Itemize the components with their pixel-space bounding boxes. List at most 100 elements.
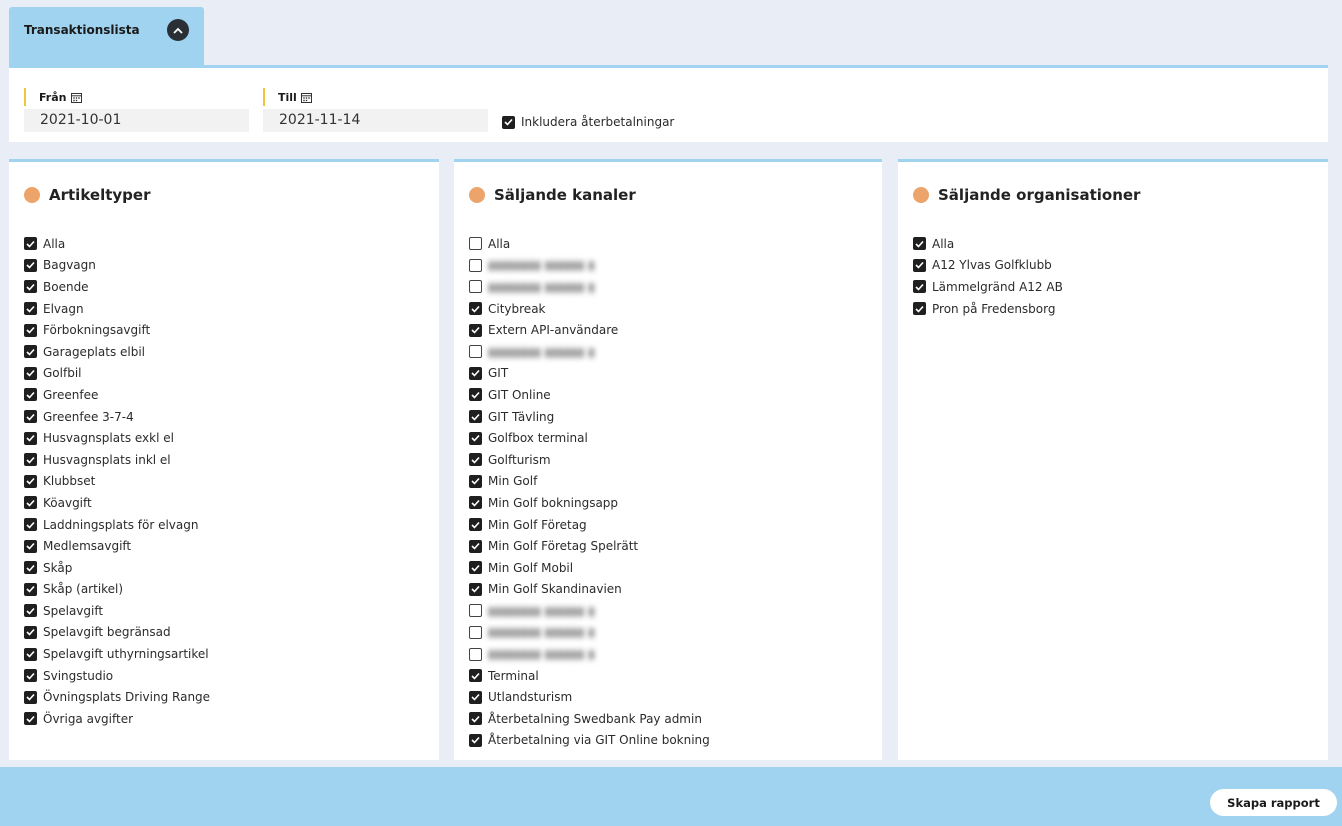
checkbox-list-item[interactable]: Lämmelgränd A12 AB <box>913 276 1063 298</box>
checkbox-unchecked-icon[interactable] <box>469 647 482 661</box>
checkbox-list-item[interactable]: Husvagnsplats inkl el <box>24 449 210 471</box>
checkbox-list-item[interactable]: Återbetalning via GIT Online bokning <box>469 730 710 752</box>
checkbox-checked-icon[interactable] <box>469 388 482 402</box>
checkbox-list-item[interactable]: Golfbox terminal <box>469 427 710 449</box>
checkbox-list-item[interactable]: GIT Online <box>469 384 710 406</box>
checkbox-checked-icon[interactable] <box>24 388 37 402</box>
checkbox-checked-icon[interactable] <box>24 561 37 575</box>
checkbox-checked-icon[interactable] <box>24 496 37 510</box>
checkbox-list-item[interactable]: A12 Ylvas Golfklubb <box>913 255 1063 277</box>
checkbox-checked-icon[interactable] <box>24 366 37 380</box>
checkbox-checked-icon[interactable] <box>24 474 37 488</box>
checkbox-list-item[interactable]: ▮▮▮▮▮▮▮▮ ▮▮▮▮▮▮ ▮ <box>469 643 710 665</box>
checkbox-list-item[interactable]: ▮▮▮▮▮▮▮▮ ▮▮▮▮▮▮ ▮ <box>469 276 710 298</box>
checkbox-unchecked-icon[interactable] <box>469 237 482 251</box>
checkbox-checked-icon[interactable] <box>913 280 926 294</box>
to-date-input[interactable]: 2021-11-14 <box>263 109 488 132</box>
checkbox-list-item[interactable]: Övningsplats Driving Range <box>24 686 210 708</box>
checkbox-checked-icon[interactable] <box>469 733 482 747</box>
checkbox-list-item[interactable]: Citybreak <box>469 298 710 320</box>
checkbox-list-item[interactable]: ▮▮▮▮▮▮▮▮ ▮▮▮▮▮▮ ▮ <box>469 255 710 277</box>
checkbox-checked-icon[interactable] <box>469 582 482 596</box>
checkbox-checked-icon[interactable] <box>24 302 37 316</box>
checkbox-checked-icon[interactable] <box>24 345 37 359</box>
checkbox-checked-icon[interactable] <box>913 237 926 251</box>
checkbox-checked-icon[interactable] <box>469 431 482 445</box>
checkbox-unchecked-icon[interactable] <box>469 280 482 294</box>
checkbox-list-item[interactable]: Alla <box>469 233 710 255</box>
checkbox-list-item[interactable]: Spelavgift uthyrningsartikel <box>24 643 210 665</box>
checkbox-checked-icon[interactable] <box>469 518 482 532</box>
checkbox-list-item[interactable]: Min Golf Företag <box>469 514 710 536</box>
checkbox-unchecked-icon[interactable] <box>469 625 482 639</box>
checkbox-checked-icon[interactable] <box>24 539 37 553</box>
checkbox-list-item[interactable]: Medlemsavgift <box>24 535 210 557</box>
checkbox-checked-icon[interactable] <box>24 453 37 467</box>
include-refunds-checkbox[interactable]: Inkludera återbetalningar <box>502 115 674 129</box>
checkbox-checked-icon[interactable] <box>913 258 926 272</box>
checkbox-unchecked-icon[interactable] <box>469 345 482 359</box>
chevron-up-icon[interactable] <box>167 19 189 41</box>
checkbox-checked-icon[interactable] <box>469 302 482 316</box>
checkbox-list-item[interactable]: Skåp (artikel) <box>24 579 210 601</box>
calendar-icon[interactable] <box>300 92 312 103</box>
checkbox-list-item[interactable]: Spelavgift begränsad <box>24 622 210 644</box>
checkbox-list-item[interactable]: ▮▮▮▮▮▮▮▮ ▮▮▮▮▮▮ ▮ <box>469 341 710 363</box>
checkbox-list-item[interactable]: Greenfee <box>24 384 210 406</box>
checkbox-checked-icon[interactable] <box>469 539 482 553</box>
checkbox-list-item[interactable]: Husvagnsplats exkl el <box>24 427 210 449</box>
checkbox-list-item[interactable]: Återbetalning Swedbank Pay admin <box>469 708 710 730</box>
checkbox-list-item[interactable]: Min Golf <box>469 471 710 493</box>
checkbox-list-item[interactable]: Golfturism <box>469 449 710 471</box>
checkbox-list-item[interactable]: Min Golf bokningsapp <box>469 492 710 514</box>
checkbox-unchecked-icon[interactable] <box>469 258 482 272</box>
checkbox-checked-icon[interactable] <box>469 474 482 488</box>
checkbox-checked-icon[interactable] <box>469 561 482 575</box>
checkbox-checked-icon[interactable] <box>24 690 37 704</box>
checkbox-checked-icon[interactable] <box>24 625 37 639</box>
checkbox-checked-icon[interactable] <box>24 431 37 445</box>
checkbox-checked-icon[interactable] <box>24 582 37 596</box>
checkbox-list-item[interactable]: Köavgift <box>24 492 210 514</box>
checkbox-list-item[interactable]: Spelavgift <box>24 600 210 622</box>
checkbox-checked-icon[interactable] <box>24 323 37 337</box>
checkbox-checked-icon[interactable] <box>502 115 515 129</box>
checkbox-list-item[interactable]: Pron på Fredensborg <box>913 298 1063 320</box>
checkbox-list-item[interactable]: Golfbil <box>24 363 210 385</box>
checkbox-list-item[interactable]: Min Golf Företag Spelrätt <box>469 535 710 557</box>
checkbox-list-item[interactable]: Elvagn <box>24 298 210 320</box>
checkbox-checked-icon[interactable] <box>24 518 37 532</box>
checkbox-list-item[interactable]: Boende <box>24 276 210 298</box>
checkbox-list-item[interactable]: Bagvagn <box>24 255 210 277</box>
checkbox-list-item[interactable]: Greenfee 3-7-4 <box>24 406 210 428</box>
checkbox-checked-icon[interactable] <box>24 647 37 661</box>
checkbox-checked-icon[interactable] <box>469 453 482 467</box>
checkbox-list-item[interactable]: GIT <box>469 363 710 385</box>
checkbox-checked-icon[interactable] <box>469 712 482 726</box>
calendar-icon[interactable] <box>70 92 82 103</box>
checkbox-checked-icon[interactable] <box>24 237 37 251</box>
checkbox-list-item[interactable]: Extern API-användare <box>469 319 710 341</box>
checkbox-checked-icon[interactable] <box>24 712 37 726</box>
checkbox-list-item[interactable]: Övriga avgifter <box>24 708 210 730</box>
checkbox-checked-icon[interactable] <box>24 669 37 683</box>
checkbox-list-item[interactable]: Alla <box>24 233 210 255</box>
checkbox-list-item[interactable]: Min Golf Mobil <box>469 557 710 579</box>
checkbox-list-item[interactable]: Klubbset <box>24 471 210 493</box>
transaction-list-tab[interactable]: Transaktionslista <box>9 7 204 65</box>
checkbox-unchecked-icon[interactable] <box>469 604 482 618</box>
checkbox-list-item[interactable]: Terminal <box>469 665 710 687</box>
checkbox-list-item[interactable]: Laddningsplats för elvagn <box>24 514 210 536</box>
checkbox-list-item[interactable]: Skåp <box>24 557 210 579</box>
checkbox-checked-icon[interactable] <box>469 410 482 424</box>
checkbox-checked-icon[interactable] <box>913 302 926 316</box>
checkbox-list-item[interactable]: Svingstudio <box>24 665 210 687</box>
from-date-input[interactable]: 2021-10-01 <box>24 109 249 132</box>
checkbox-list-item[interactable]: GIT Tävling <box>469 406 710 428</box>
checkbox-checked-icon[interactable] <box>24 258 37 272</box>
checkbox-list-item[interactable]: Utlandsturism <box>469 686 710 708</box>
checkbox-checked-icon[interactable] <box>469 496 482 510</box>
create-report-button[interactable]: Skapa rapport <box>1208 787 1339 818</box>
checkbox-checked-icon[interactable] <box>469 690 482 704</box>
checkbox-checked-icon[interactable] <box>24 280 37 294</box>
